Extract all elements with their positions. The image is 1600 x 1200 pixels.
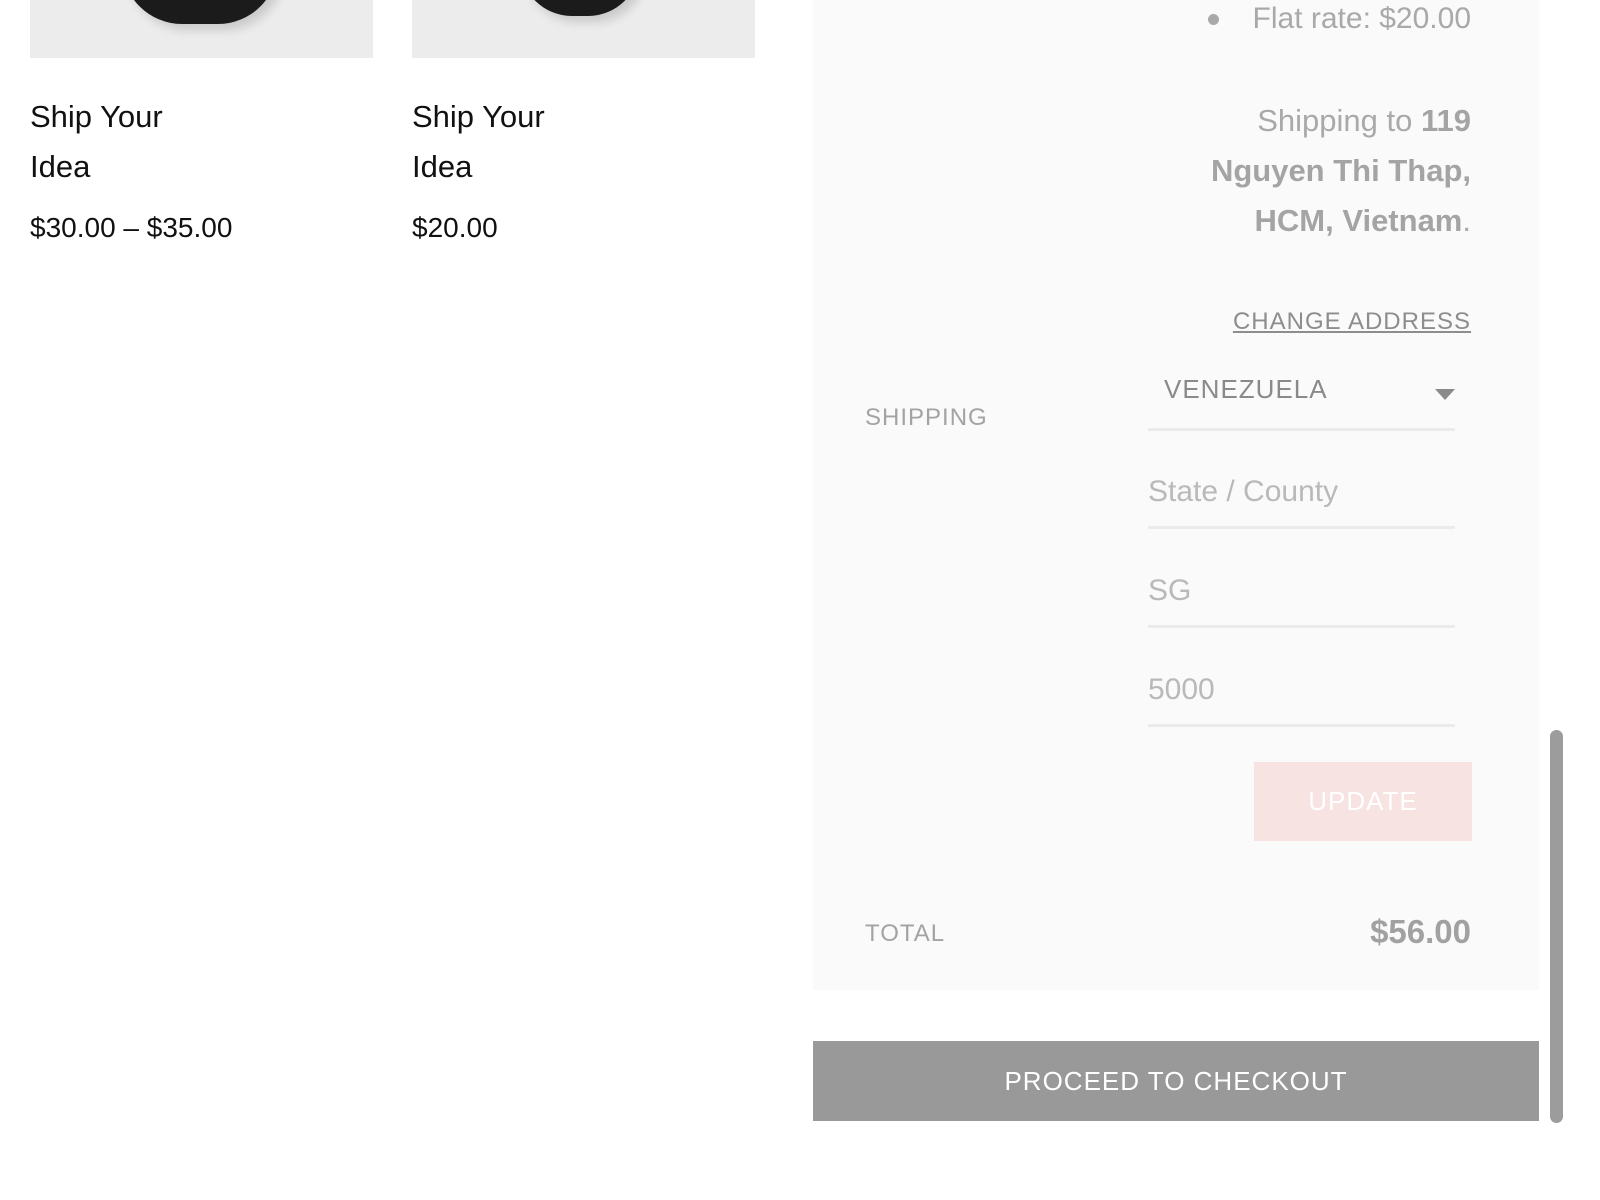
tshirt-image bbox=[520, 0, 640, 16]
order-total: $56.00 bbox=[1370, 913, 1471, 950]
state-county-input[interactable]: State / County bbox=[1148, 467, 1455, 529]
shipping-destination: Shipping to 119 Nguyen Thi Thap, HCM, Viet… bbox=[1171, 96, 1471, 246]
product-card[interactable]: Ship Your Idea $20.00 bbox=[412, 0, 755, 243]
city-input[interactable]: SG bbox=[1148, 566, 1455, 628]
shipping-address-line: 119 bbox=[1420, 103, 1471, 138]
proceed-to-checkout-button[interactable]: PROCEED TO CHECKOUT bbox=[813, 1041, 1539, 1121]
update-button[interactable]: UPDATE bbox=[1254, 762, 1472, 841]
shipping-to-suffix: . bbox=[1462, 203, 1471, 238]
chevron-down-icon bbox=[1435, 389, 1455, 400]
cart-totals-panel: Flat rate: $20.00 Shipping to 119 Nguyen … bbox=[813, 0, 1539, 990]
product-image[interactable] bbox=[412, 0, 755, 58]
product-card[interactable]: Ship Your Idea $30.00 – $35.00 bbox=[30, 0, 373, 243]
country-select-value: VENEZUELA bbox=[1164, 374, 1328, 404]
product-image[interactable] bbox=[30, 0, 373, 58]
product-price: $30.00 – $35.00 bbox=[30, 212, 233, 243]
change-address-link[interactable]: CHANGE ADDRESS bbox=[1233, 308, 1471, 336]
scrollbar-thumb[interactable] bbox=[1550, 730, 1563, 1123]
country-select[interactable]: VENEZUELA bbox=[1148, 366, 1455, 431]
shipping-method-option: Flat rate: $20.00 bbox=[1207, 2, 1471, 36]
total-label: TOTAL bbox=[865, 920, 946, 947]
shipping-to-prefix: Shipping to bbox=[1257, 103, 1421, 138]
product-title-line: Idea bbox=[412, 149, 473, 184]
shipping-address-line: HCM, Vietnam bbox=[1254, 203, 1463, 238]
product-price: $20.00 bbox=[412, 212, 498, 243]
product-title-line: Ship Your bbox=[30, 99, 163, 134]
product-title[interactable]: Ship Your Idea bbox=[30, 92, 230, 192]
hoodie-image bbox=[122, 0, 278, 24]
shipping-label: SHIPPING bbox=[865, 404, 988, 431]
cart-page: Ship Your Idea $30.00 – $35.00 Ship Your… bbox=[0, 0, 1600, 1200]
postcode-input-value: 5000 bbox=[1148, 673, 1215, 706]
postcode-input[interactable]: 5000 bbox=[1148, 665, 1455, 727]
state-county-placeholder: State / County bbox=[1148, 475, 1339, 508]
bullet-icon bbox=[1207, 13, 1219, 25]
city-input-value: SG bbox=[1148, 574, 1192, 607]
flat-rate-label: Flat rate: $20.00 bbox=[1252, 2, 1471, 35]
product-title-line: Idea bbox=[30, 149, 91, 184]
product-title-line: Ship Your bbox=[412, 99, 545, 134]
product-title[interactable]: Ship Your Idea bbox=[412, 92, 612, 192]
shipping-address-line: Nguyen Thi Thap, bbox=[1210, 153, 1471, 188]
